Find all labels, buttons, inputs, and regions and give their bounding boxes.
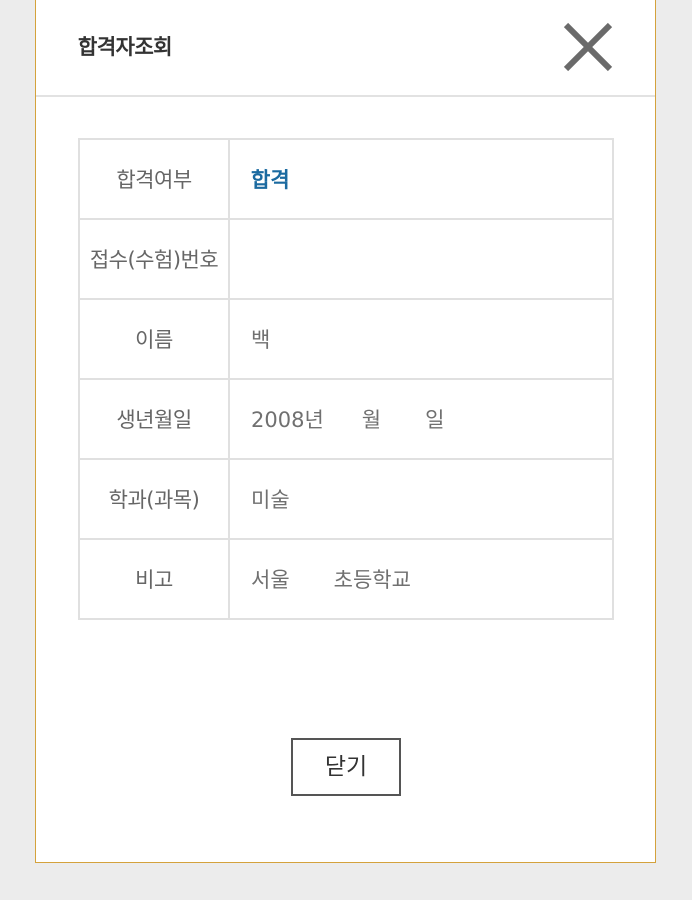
remarks-value: 서울 초등학교 <box>228 538 614 620</box>
table-row: 이름 백 <box>78 298 614 380</box>
remarks-label: 비고 <box>78 538 230 620</box>
result-lookup-modal: 합격자조회 합격여부 합격 접수(수험)번호 이름 백 생년월일 2008년 월 일… <box>35 0 656 863</box>
close-button[interactable] <box>560 19 618 77</box>
exam-number-value <box>228 218 614 300</box>
close-footer-button[interactable]: 닫기 <box>291 738 401 796</box>
pass-status-value: 합격 <box>228 138 614 220</box>
masked-exam-number <box>251 247 331 267</box>
remarks-city: 서울 <box>251 568 290 592</box>
birthdate-value: 2008년 월 일 <box>228 378 614 460</box>
table-row: 비고 서울 초등학교 <box>78 538 614 620</box>
birth-day: 일 <box>425 408 445 432</box>
exam-number-label: 접수(수험)번호 <box>78 218 230 300</box>
birthdate-label: 생년월일 <box>78 378 230 460</box>
modal-header: 합격자조회 <box>36 0 655 97</box>
result-info-table: 합격여부 합격 접수(수험)번호 이름 백 생년월일 2008년 월 일 학과(과목… <box>78 138 614 620</box>
remarks-school: 초등학교 <box>333 568 411 592</box>
table-row: 접수(수험)번호 <box>78 218 614 300</box>
close-icon <box>563 22 613 72</box>
table-row: 합격여부 합격 <box>78 138 614 220</box>
name-label: 이름 <box>78 298 230 380</box>
birth-year: 2008년 <box>251 408 324 432</box>
department-value: 미술 <box>228 458 614 540</box>
department-label: 학과(과목) <box>78 458 230 540</box>
name-value: 백 <box>228 298 614 380</box>
table-row: 생년월일 2008년 월 일 <box>78 378 614 460</box>
modal-title: 합격자조회 <box>78 35 173 59</box>
birth-month: 월 <box>361 408 382 432</box>
pass-status-label: 합격여부 <box>78 138 230 220</box>
table-row: 학과(과목) 미술 <box>78 458 614 540</box>
